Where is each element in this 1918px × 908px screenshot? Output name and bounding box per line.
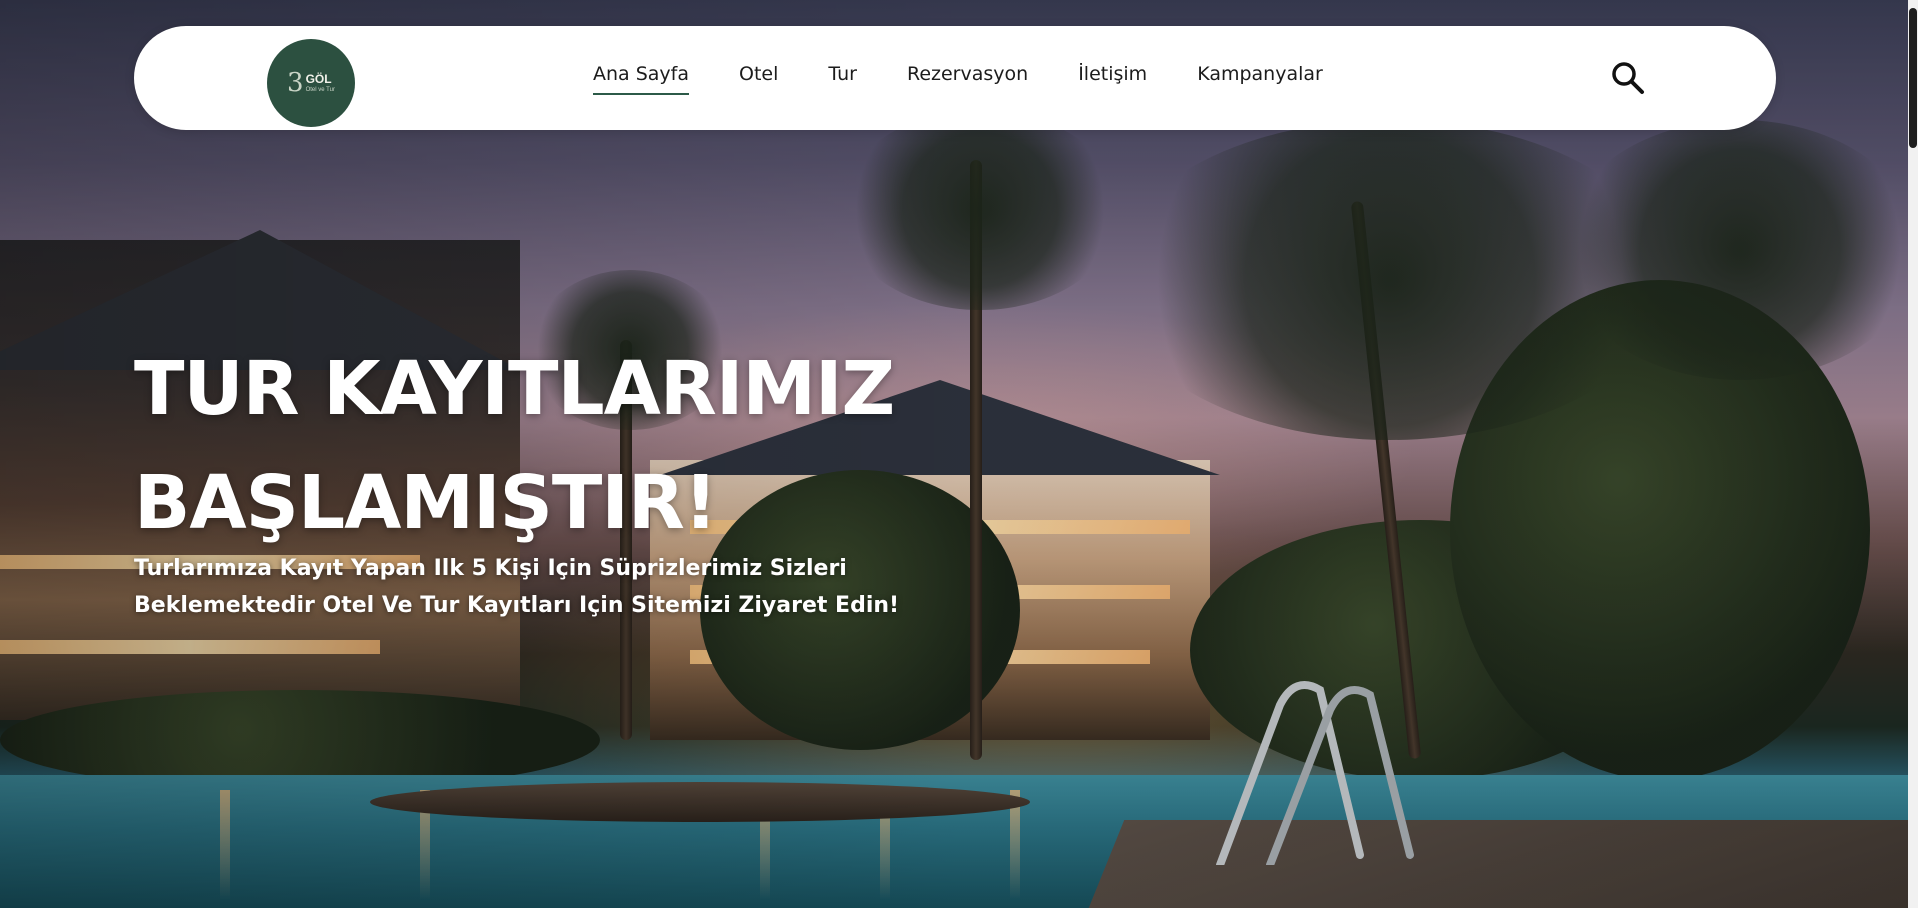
nav-link-iletisim[interactable]: İletişim [1078, 51, 1147, 97]
scrollbar[interactable] [1908, 0, 1918, 908]
nav-link-otel[interactable]: Otel [739, 51, 778, 97]
logo-name: GÖL [305, 72, 332, 86]
hero-subtitle-line: Turlarımıza Kayıt Yapan Ilk 5 Kişi Için … [134, 556, 847, 581]
nav-link-ana-sayfa[interactable]: Ana Sayfa [593, 51, 690, 97]
scrollbar-thumb[interactable] [1909, 8, 1917, 148]
page: 3 GÖL Otel ve Tur Ana Sayfa Otel Tur Rez… [0, 0, 1918, 908]
hero-subtitle: Turlarımıza Kayıt Yapan Ilk 5 Kişi Için … [134, 550, 934, 624]
search-icon [1612, 62, 1644, 94]
logo-subtitle: Otel ve Tur [305, 87, 335, 93]
brand-logo[interactable]: 3 GÖL Otel ve Tur [267, 39, 355, 127]
hero-subtitle-line: Beklemektedir Otel Ve Tur Kayıtları Için… [134, 593, 900, 618]
nav-link-tur[interactable]: Tur [828, 51, 857, 97]
logo-mark: 3 [287, 68, 304, 98]
search-button[interactable] [1608, 58, 1648, 98]
hero-title-line: BAŞLAMIŞTIR! [134, 460, 718, 546]
nav-link-kampanyalar[interactable]: Kampanyalar [1197, 51, 1323, 97]
hero-title: TUR KAYITLARIMIZ BAŞLAMIŞTIR! [134, 332, 1034, 560]
hero-title-line: TUR KAYITLARIMIZ [134, 346, 895, 432]
logo-text: GÖL Otel ve Tur [306, 73, 335, 93]
nav-links: Ana Sayfa Otel Tur Rezervasyon İletişim … [593, 26, 1323, 130]
nav-link-rezervasyon[interactable]: Rezervasyon [907, 51, 1028, 97]
navbar: 3 GÖL Otel ve Tur Ana Sayfa Otel Tur Rez… [134, 26, 1776, 130]
